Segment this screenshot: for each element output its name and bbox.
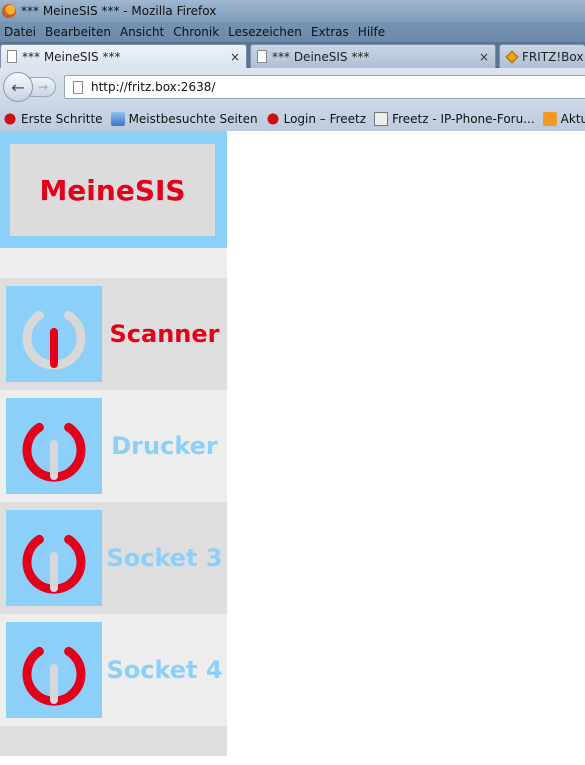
- navigation-bar: → ← http://fritz.box:2638/: [0, 68, 585, 106]
- menu-chronik[interactable]: Chronik: [173, 25, 219, 39]
- firefox-icon: [2, 4, 16, 18]
- power-button[interactable]: [6, 398, 102, 494]
- power-icon: [22, 422, 86, 482]
- socket-row-scanner[interactable]: Scanner: [0, 278, 227, 390]
- arrow-right-icon: →: [37, 80, 49, 94]
- back-button[interactable]: ←: [3, 72, 33, 102]
- bookmark-label: Meistbesuchte Seiten: [128, 111, 258, 126]
- tab-label: FRITZ!Box: [522, 49, 584, 64]
- forward-button[interactable]: →: [30, 77, 56, 97]
- bookmark-label: Erste Schritte: [21, 111, 103, 126]
- bookmark-label: Login – Freetz: [283, 111, 367, 126]
- window-titlebar: *** MeineSIS *** - Mozilla Firefox: [0, 0, 585, 22]
- socket-label: Socket 3: [106, 544, 223, 572]
- bookmark-label: Freetz - IP-Phone-Foru...: [392, 111, 535, 126]
- window-title: *** MeineSIS *** - Mozilla Firefox: [21, 4, 217, 18]
- power-icon: [22, 534, 86, 594]
- menu-extras[interactable]: Extras: [311, 25, 349, 39]
- brand-title: MeineSIS: [39, 173, 186, 207]
- page-icon: [257, 50, 267, 63]
- socket-row-socket-4[interactable]: Socket 4: [0, 614, 227, 726]
- close-icon[interactable]: ×: [478, 50, 490, 64]
- bookmark-meistbesuchte-seiten[interactable]: Meistbesuchte Seiten: [110, 111, 258, 126]
- menu-bar: Datei Bearbeiten Ansicht Chronik Lesezei…: [0, 22, 585, 42]
- freetz-icon: [265, 111, 280, 126]
- bookmark-aktuelle-nachrichten[interactable]: Aktuelle Nach: [542, 111, 585, 126]
- bookmark-label: Aktuelle Nach: [560, 111, 585, 126]
- menu-bearbeiten[interactable]: Bearbeiten: [45, 25, 111, 39]
- power-icon: [22, 310, 86, 370]
- rss-icon: [542, 111, 557, 126]
- socket-label: Scanner: [109, 320, 220, 348]
- tab-meinesis[interactable]: *** MeineSIS *** ×: [0, 44, 247, 68]
- page-content: MeineSIS Scanner Drucker Socket 3 Socket…: [0, 131, 585, 765]
- brand-header: MeineSIS: [0, 131, 227, 248]
- spacer: [0, 248, 227, 278]
- menu-datei[interactable]: Datei: [4, 25, 36, 39]
- panel-footer: [0, 726, 227, 756]
- socket-row-socket-3[interactable]: Socket 3: [0, 502, 227, 614]
- arrow-left-icon: ←: [11, 77, 25, 97]
- tab-deinesis[interactable]: *** DeineSIS *** ×: [250, 44, 496, 68]
- power-button[interactable]: [6, 622, 102, 718]
- address-bar[interactable]: http://fritz.box:2638/: [64, 75, 585, 99]
- ipf-icon: [374, 111, 389, 126]
- menu-ansicht[interactable]: Ansicht: [120, 25, 164, 39]
- tab-fritzbox[interactable]: FRITZ!Box: [499, 44, 585, 68]
- bookmarks-toolbar: Erste Schritte Meistbesuchte Seiten Logi…: [0, 106, 585, 131]
- menu-hilfe[interactable]: Hilfe: [358, 25, 385, 39]
- page-icon: [7, 50, 17, 63]
- tab-label: *** DeineSIS ***: [272, 49, 370, 64]
- power-button[interactable]: [6, 286, 102, 382]
- firefox-red-icon: [3, 111, 17, 126]
- page-icon: [73, 80, 83, 94]
- close-icon[interactable]: ×: [229, 50, 241, 64]
- url-text: http://fritz.box:2638/: [91, 80, 216, 94]
- socket-row-drucker[interactable]: Drucker: [0, 390, 227, 502]
- socket-panel: MeineSIS Scanner Drucker Socket 3 Socket…: [0, 131, 227, 756]
- bookmark-freetz-ipphone[interactable]: Freetz - IP-Phone-Foru...: [374, 111, 535, 126]
- fritzbox-icon: [505, 50, 519, 63]
- magnifier-icon: [110, 111, 125, 126]
- power-icon: [22, 646, 86, 706]
- tab-label: *** MeineSIS ***: [22, 49, 121, 64]
- tab-bar: *** MeineSIS *** × *** DeineSIS *** × FR…: [0, 42, 585, 68]
- socket-label: Socket 4: [106, 656, 223, 684]
- socket-label: Drucker: [111, 432, 218, 460]
- bookmark-erste-schritte[interactable]: Erste Schritte: [3, 111, 103, 126]
- menu-lesezeichen[interactable]: Lesezeichen: [228, 25, 302, 39]
- power-button[interactable]: [6, 510, 102, 606]
- brand-box: MeineSIS: [10, 144, 215, 236]
- bookmark-login-freetz[interactable]: Login – Freetz: [265, 111, 367, 126]
